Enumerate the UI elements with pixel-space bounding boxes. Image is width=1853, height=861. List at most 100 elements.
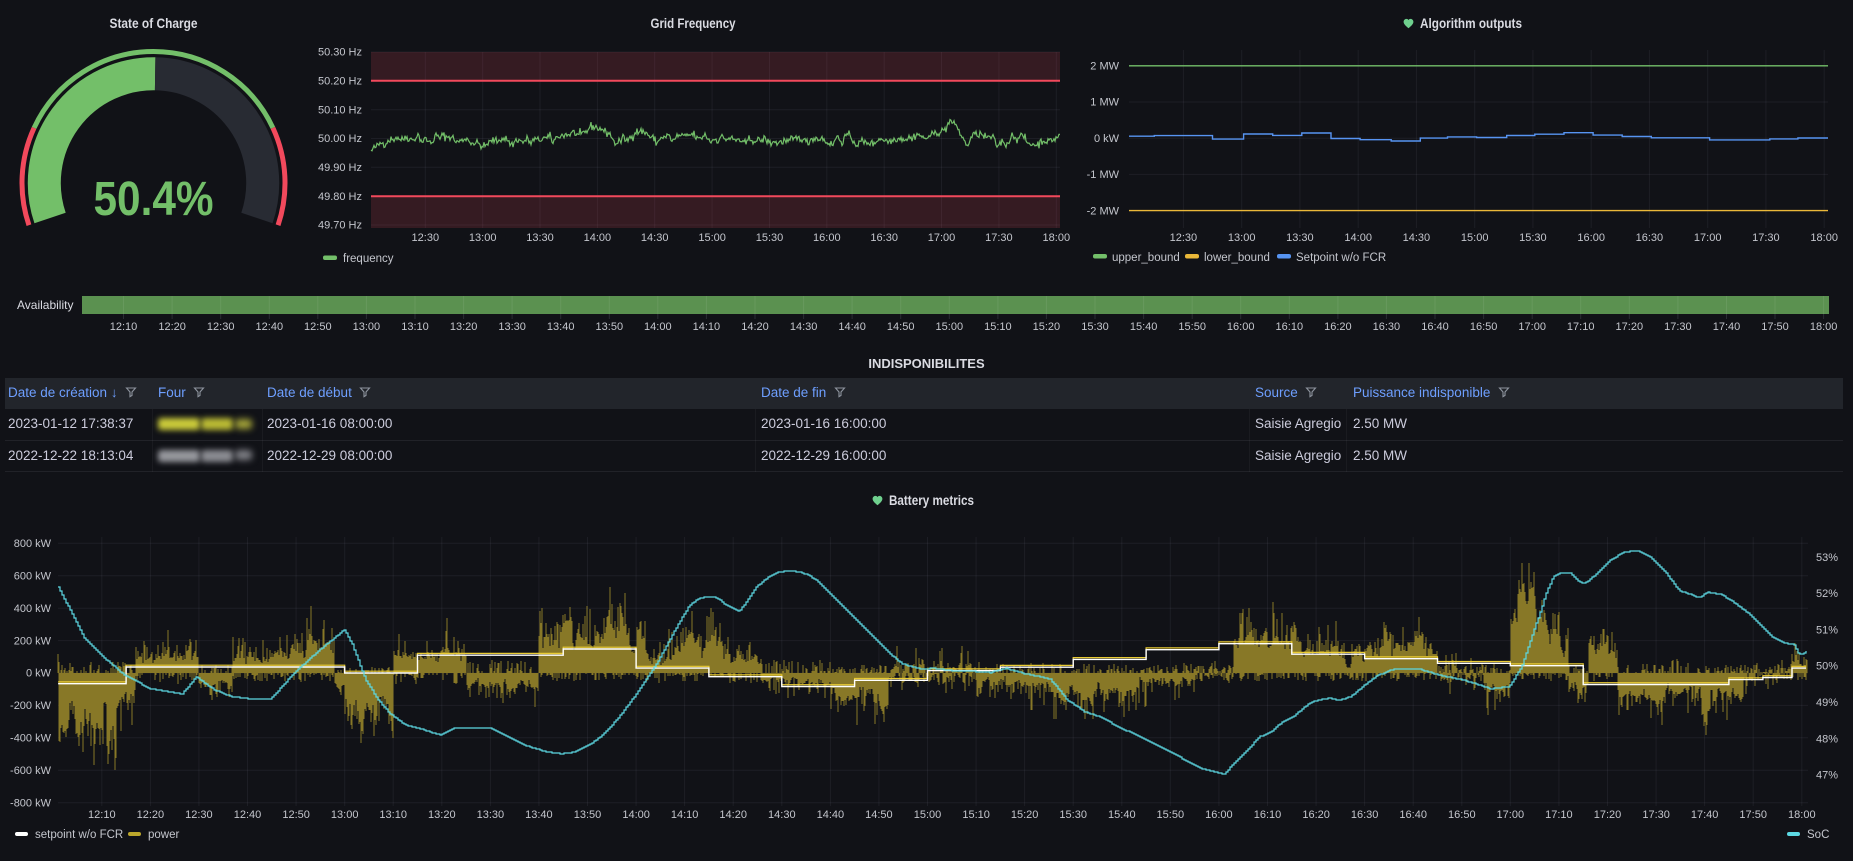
svg-text:17:30: 17:30 xyxy=(985,232,1013,244)
svg-text:15:30: 15:30 xyxy=(1059,809,1087,821)
svg-text:12:40: 12:40 xyxy=(234,809,262,821)
svg-text:12:20: 12:20 xyxy=(137,809,165,821)
svg-text:14:10: 14:10 xyxy=(671,809,699,821)
svg-text:-2 MW: -2 MW xyxy=(1087,205,1120,217)
svg-text:1 MW: 1 MW xyxy=(1090,97,1119,109)
svg-text:50.4%: 50.4% xyxy=(94,173,214,226)
svg-text:17:00: 17:00 xyxy=(928,232,956,244)
svg-text:setpoint w/o FCR: setpoint w/o FCR xyxy=(35,829,123,841)
svg-text:12:10: 12:10 xyxy=(110,321,138,333)
svg-text:17:50: 17:50 xyxy=(1739,809,1767,821)
svg-text:SoC: SoC xyxy=(1807,829,1829,841)
svg-text:14:50: 14:50 xyxy=(865,809,893,821)
svg-text:50.10 Hz: 50.10 Hz xyxy=(318,104,362,116)
svg-text:49%: 49% xyxy=(1816,697,1838,709)
svg-text:-600 kW: -600 kW xyxy=(10,765,52,777)
svg-text:lower_bound: lower_bound xyxy=(1204,252,1270,264)
svg-text:Algorithm outputs: Algorithm outputs xyxy=(1420,16,1522,31)
svg-text:50%: 50% xyxy=(1816,661,1838,673)
svg-text:14:30: 14:30 xyxy=(768,809,796,821)
svg-text:15:10: 15:10 xyxy=(984,321,1012,333)
svg-text:13:00: 13:00 xyxy=(353,321,381,333)
svg-text:14:20: 14:20 xyxy=(719,809,747,821)
svg-text:State of Charge: State of Charge xyxy=(110,16,198,31)
svg-text:16:10: 16:10 xyxy=(1254,809,1282,821)
svg-text:16:40: 16:40 xyxy=(1421,321,1449,333)
svg-text:200 kW: 200 kW xyxy=(14,635,52,647)
svg-text:14:30: 14:30 xyxy=(790,321,818,333)
svg-text:14:30: 14:30 xyxy=(1403,232,1431,244)
svg-text:15:10: 15:10 xyxy=(962,809,990,821)
svg-text:16:50: 16:50 xyxy=(1470,321,1498,333)
svg-text:16:20: 16:20 xyxy=(1302,809,1330,821)
svg-text:14:00: 14:00 xyxy=(584,232,612,244)
svg-text:50.00 Hz: 50.00 Hz xyxy=(318,133,362,145)
svg-text:13:00: 13:00 xyxy=(1228,232,1256,244)
svg-text:-200 kW: -200 kW xyxy=(10,700,52,712)
svg-text:12:50: 12:50 xyxy=(282,809,310,821)
svg-text:Battery metrics: Battery metrics xyxy=(889,493,974,508)
svg-text:13:20: 13:20 xyxy=(450,321,478,333)
svg-text:power: power xyxy=(148,829,179,841)
svg-text:-800 kW: -800 kW xyxy=(10,797,52,809)
svg-text:14:00: 14:00 xyxy=(1344,232,1372,244)
svg-text:14:40: 14:40 xyxy=(838,321,866,333)
svg-text:-400 kW: -400 kW xyxy=(10,733,52,745)
svg-text:16:00: 16:00 xyxy=(813,232,841,244)
svg-text:13:30: 13:30 xyxy=(477,809,505,821)
svg-text:18:00: 18:00 xyxy=(1810,321,1838,333)
svg-text:17:30: 17:30 xyxy=(1642,809,1670,821)
svg-text:17:30: 17:30 xyxy=(1664,321,1692,333)
svg-text:14:00: 14:00 xyxy=(622,809,650,821)
svg-text:13:40: 13:40 xyxy=(525,809,553,821)
svg-text:50.30 Hz: 50.30 Hz xyxy=(318,47,362,59)
svg-text:16:50: 16:50 xyxy=(1448,809,1476,821)
svg-text:17:40: 17:40 xyxy=(1713,321,1741,333)
svg-text:13:30: 13:30 xyxy=(498,321,526,333)
svg-text:15:50: 15:50 xyxy=(1178,321,1206,333)
svg-text:12:40: 12:40 xyxy=(256,321,284,333)
svg-text:600 kW: 600 kW xyxy=(14,570,52,582)
svg-text:15:00: 15:00 xyxy=(936,321,964,333)
svg-text:17:40: 17:40 xyxy=(1691,809,1719,821)
svg-text:52%: 52% xyxy=(1816,588,1838,600)
svg-text:47%: 47% xyxy=(1816,770,1838,782)
svg-text:18:00: 18:00 xyxy=(1043,232,1071,244)
svg-text:Setpoint w/o FCR: Setpoint w/o FCR xyxy=(1296,252,1386,264)
svg-text:15:40: 15:40 xyxy=(1130,321,1158,333)
svg-text:16:20: 16:20 xyxy=(1324,321,1352,333)
svg-text:17:10: 17:10 xyxy=(1567,321,1595,333)
svg-text:16:30: 16:30 xyxy=(1636,232,1664,244)
svg-text:13:00: 13:00 xyxy=(469,232,497,244)
svg-text:16:00: 16:00 xyxy=(1205,809,1233,821)
svg-text:49.70 Hz: 49.70 Hz xyxy=(318,220,362,232)
svg-text:13:20: 13:20 xyxy=(428,809,456,821)
svg-text:17:50: 17:50 xyxy=(1761,321,1789,333)
svg-text:12:30: 12:30 xyxy=(207,321,235,333)
svg-text:Grid Frequency: Grid Frequency xyxy=(651,16,736,31)
svg-text:14:30: 14:30 xyxy=(641,232,669,244)
svg-text:12:30: 12:30 xyxy=(185,809,213,821)
svg-text:15:30: 15:30 xyxy=(1519,232,1547,244)
svg-text:15:20: 15:20 xyxy=(1011,809,1039,821)
svg-text:15:00: 15:00 xyxy=(1461,232,1489,244)
svg-text:12:30: 12:30 xyxy=(412,232,440,244)
svg-text:14:10: 14:10 xyxy=(693,321,721,333)
svg-text:53%: 53% xyxy=(1816,552,1838,564)
svg-text:13:10: 13:10 xyxy=(379,809,407,821)
svg-text:13:50: 13:50 xyxy=(596,321,624,333)
svg-text:15:00: 15:00 xyxy=(698,232,726,244)
svg-text:frequency: frequency xyxy=(343,253,394,265)
svg-text:13:00: 13:00 xyxy=(331,809,359,821)
svg-text:upper_bound: upper_bound xyxy=(1112,252,1180,264)
svg-text:15:30: 15:30 xyxy=(756,232,784,244)
svg-text:0 kW: 0 kW xyxy=(26,668,52,680)
svg-text:51%: 51% xyxy=(1816,624,1838,636)
svg-text:49.90 Hz: 49.90 Hz xyxy=(318,162,362,174)
svg-text:16:00: 16:00 xyxy=(1227,321,1255,333)
svg-text:Availability: Availability xyxy=(17,298,73,312)
svg-text:13:40: 13:40 xyxy=(547,321,575,333)
svg-text:13:30: 13:30 xyxy=(526,232,554,244)
svg-text:15:50: 15:50 xyxy=(1157,809,1185,821)
svg-text:17:00: 17:00 xyxy=(1694,232,1722,244)
